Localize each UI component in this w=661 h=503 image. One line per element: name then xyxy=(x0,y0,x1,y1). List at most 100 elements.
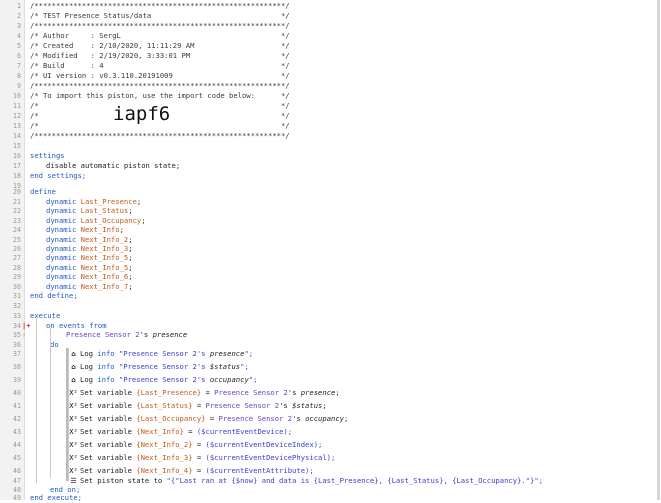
dynamic-keyword[interactable]: dynamic xyxy=(46,235,76,244)
house-icon: ⌂ xyxy=(71,376,76,384)
execute-keyword[interactable]: execute xyxy=(30,311,60,321)
attribute-ref[interactable]: occupancy xyxy=(305,414,344,423)
line-number: 43 xyxy=(13,428,21,436)
set-command[interactable]: Set variable xyxy=(80,440,132,449)
set-state-command[interactable]: Set piston state to xyxy=(80,476,162,485)
log-string-end: "; xyxy=(248,375,258,384)
variable-name[interactable]: Next_Info_7 xyxy=(81,282,129,291)
log-command[interactable]: Log xyxy=(80,349,93,358)
dynamic-keyword[interactable]: dynamic xyxy=(46,272,76,281)
set-command[interactable]: Set variable xyxy=(80,427,132,436)
settings-keyword[interactable]: settings xyxy=(30,151,65,161)
possessive: 's xyxy=(292,414,301,423)
end-settings-keyword[interactable]: end settings; xyxy=(30,171,86,181)
log-string-end: "; xyxy=(240,362,249,371)
x-squared-icon: X² xyxy=(69,454,78,462)
line-number: 32 xyxy=(13,302,21,310)
comment-line: /* Author : SergL */ xyxy=(30,31,290,40)
variable-name[interactable]: {Next_Info_3} xyxy=(136,453,192,462)
log-level[interactable]: info xyxy=(97,362,114,371)
line-number: 3 xyxy=(17,22,21,30)
dynamic-keyword[interactable]: dynamic xyxy=(46,244,76,253)
comment-line: /* Build : 4 */ xyxy=(30,61,290,70)
semicolon: ; xyxy=(322,401,327,410)
variable-name[interactable]: Next_Info_5 xyxy=(81,253,129,262)
dynamic-keyword[interactable]: dynamic xyxy=(46,197,76,206)
variable-name[interactable]: {Last_Occupancy} xyxy=(136,414,205,423)
equals: = xyxy=(209,414,215,423)
variable-name[interactable]: Next_Info xyxy=(81,225,120,234)
variable-name[interactable]: {Next_Info_4} xyxy=(136,466,192,475)
expression[interactable]: ($currentEventDevicePhysical); xyxy=(206,453,336,462)
device-ref[interactable]: Presence Sensor 2 xyxy=(219,414,293,423)
variable-name[interactable]: Next_Info_3 xyxy=(81,244,129,253)
log-attr: presence xyxy=(209,349,245,358)
log-level[interactable]: info xyxy=(97,375,114,384)
attribute-ref[interactable]: presence xyxy=(301,388,336,397)
log-command[interactable]: Log xyxy=(80,362,93,371)
device-ref[interactable]: Presence Sensor 2 xyxy=(206,401,280,410)
line-number: 42 xyxy=(13,415,21,423)
attribute-ref[interactable]: $status xyxy=(292,401,322,410)
variable-name[interactable]: Last_Occupancy xyxy=(81,216,142,225)
line-number: 12 xyxy=(13,112,21,120)
trigger-device[interactable]: Presence Sensor 2 xyxy=(66,330,140,339)
expression[interactable]: ($currentEventAttribute); xyxy=(206,466,314,475)
end-define-keyword[interactable]: end define; xyxy=(30,291,78,301)
line-number: 18 xyxy=(13,172,21,180)
variable-name[interactable]: Next_Info_2 xyxy=(81,235,129,244)
x-squared-icon: X² xyxy=(69,389,78,397)
set-command[interactable]: Set variable xyxy=(80,453,132,462)
line-number: 44 xyxy=(13,441,21,449)
dynamic-keyword[interactable]: dynamic xyxy=(46,225,76,234)
variable-name[interactable]: {Last_Presence} xyxy=(136,388,201,397)
dynamic-keyword[interactable]: dynamic xyxy=(46,206,76,215)
log-attr: occupancy xyxy=(209,375,249,384)
settings-statement[interactable]: disable automatic piston state; xyxy=(46,161,180,171)
equals: = xyxy=(196,453,202,462)
variable-name[interactable]: {Next_Info} xyxy=(136,427,184,436)
end-execute-keyword[interactable]: end execute; xyxy=(30,493,82,503)
set-command[interactable]: Set variable xyxy=(80,414,132,423)
dynamic-keyword[interactable]: dynamic xyxy=(46,263,76,272)
log-attr: $status xyxy=(209,362,241,371)
variable-name[interactable]: Next_Info_5 xyxy=(81,263,129,272)
equals: = xyxy=(196,466,202,475)
line-number: 15 xyxy=(13,142,21,150)
log-level[interactable]: info xyxy=(97,349,114,358)
variable-name[interactable]: Last_Presence xyxy=(81,197,137,206)
house-icon: ⌂ xyxy=(71,350,76,358)
variable-name[interactable]: Last_Status xyxy=(81,206,129,215)
line-number: 16 xyxy=(13,152,21,160)
line-number: 2 xyxy=(17,12,21,20)
dynamic-keyword[interactable]: dynamic xyxy=(46,282,76,291)
comment-line: /* Created : 2/10/2020, 11:11:29 AM */ xyxy=(30,41,290,50)
line-number: 10 xyxy=(13,92,21,100)
log-command[interactable]: Log xyxy=(80,375,93,384)
expression[interactable]: ($currentEventDevice); xyxy=(197,427,292,436)
variable-name[interactable]: {Last_Status} xyxy=(136,401,192,410)
possessive: 's xyxy=(287,388,297,397)
define-keyword[interactable]: define xyxy=(30,187,56,197)
line-number: 7 xyxy=(17,62,21,70)
device-ref[interactable]: Presence Sensor 2 xyxy=(214,388,288,397)
line-number: 1 xyxy=(17,2,21,10)
state-expression[interactable]: "{"Last ran at {$now} and data is {Last_… xyxy=(167,476,543,485)
line-number: 17 xyxy=(13,162,21,170)
variable-name[interactable]: Next_Info_6 xyxy=(81,272,129,281)
x-squared-icon: X² xyxy=(69,415,78,423)
comment-line: /***************************************… xyxy=(30,1,290,10)
line-number: 5 xyxy=(17,42,21,50)
x-squared-icon: X² xyxy=(69,467,78,475)
line-number: 9 xyxy=(17,82,21,90)
trigger-attribute[interactable]: presence xyxy=(153,330,188,339)
dynamic-keyword[interactable]: dynamic xyxy=(46,253,76,262)
set-command[interactable]: Set variable xyxy=(80,388,132,397)
set-command[interactable]: Set variable xyxy=(80,466,132,475)
line-number: 33 xyxy=(13,312,21,320)
dynamic-keyword[interactable]: dynamic xyxy=(46,216,76,225)
expression[interactable]: ($currentEventDeviceIndex); xyxy=(206,440,323,449)
set-command[interactable]: Set variable xyxy=(80,401,132,410)
line-number: 40 xyxy=(13,389,21,397)
variable-name[interactable]: {Next_Info_2} xyxy=(136,440,192,449)
